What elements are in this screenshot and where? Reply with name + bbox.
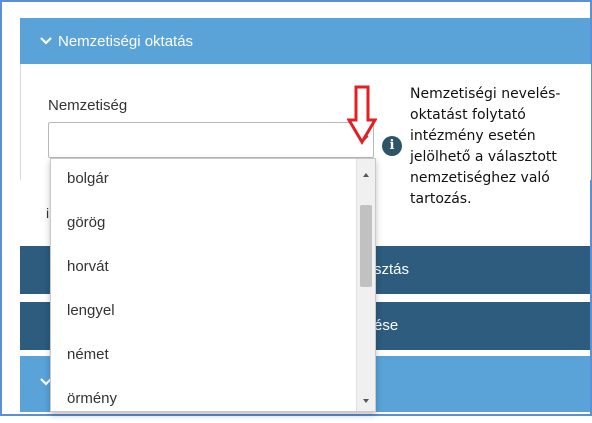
nemzetiseg-select[interactable] bbox=[48, 122, 374, 158]
chevron-down-icon bbox=[40, 33, 52, 50]
scrollbar-thumb[interactable] bbox=[360, 205, 372, 287]
scroll-up-arrow-icon[interactable] bbox=[357, 167, 375, 177]
dropdown-scrollbar[interactable] bbox=[356, 159, 375, 411]
red-arrow-down-icon bbox=[346, 84, 378, 146]
dropdown-option-bolgar[interactable]: bolgár bbox=[51, 159, 357, 203]
info-icon[interactable]: i bbox=[382, 136, 402, 156]
nemzetiseg-dropdown-list[interactable]: bolgár görög horvát lengyel német örmény bbox=[50, 158, 376, 412]
section-title-partial: ése bbox=[374, 317, 399, 334]
info-text-line: nemzetiséghez való bbox=[410, 170, 550, 186]
section-title-partial: sztás bbox=[374, 261, 410, 278]
info-text-line: intézmény esetén bbox=[410, 128, 536, 144]
info-text-line: jelölhető a választott bbox=[410, 149, 557, 165]
info-text-line: tartozás. bbox=[410, 191, 472, 207]
scroll-down-arrow-icon[interactable] bbox=[357, 393, 375, 403]
dropdown-options: bolgár görög horvát lengyel német örmény bbox=[51, 159, 357, 423]
partially-hidden-text: i bbox=[46, 205, 50, 221]
dropdown-option-lengyel[interactable]: lengyel bbox=[51, 291, 357, 335]
dropdown-option-ormeny[interactable]: örmény bbox=[51, 379, 357, 423]
section-header-nemzetisegi-oktatas[interactable]: Nemzetiségi oktatás bbox=[20, 18, 590, 64]
field-label-nemzetiseg: Nemzetiség bbox=[48, 97, 128, 114]
dropdown-option-gorog[interactable]: görög bbox=[51, 203, 357, 247]
info-text-line: oktatást folytató bbox=[410, 107, 526, 123]
dropdown-option-horvat[interactable]: horvát bbox=[51, 247, 357, 291]
info-text-line: Nemzetiségi nevelés- bbox=[410, 86, 561, 102]
info-text: Nemzetiségi nevelés- oktatást folytató i… bbox=[410, 84, 592, 210]
dropdown-option-nemet[interactable]: német bbox=[51, 335, 357, 379]
section-title: Nemzetiségi oktatás bbox=[58, 32, 194, 50]
